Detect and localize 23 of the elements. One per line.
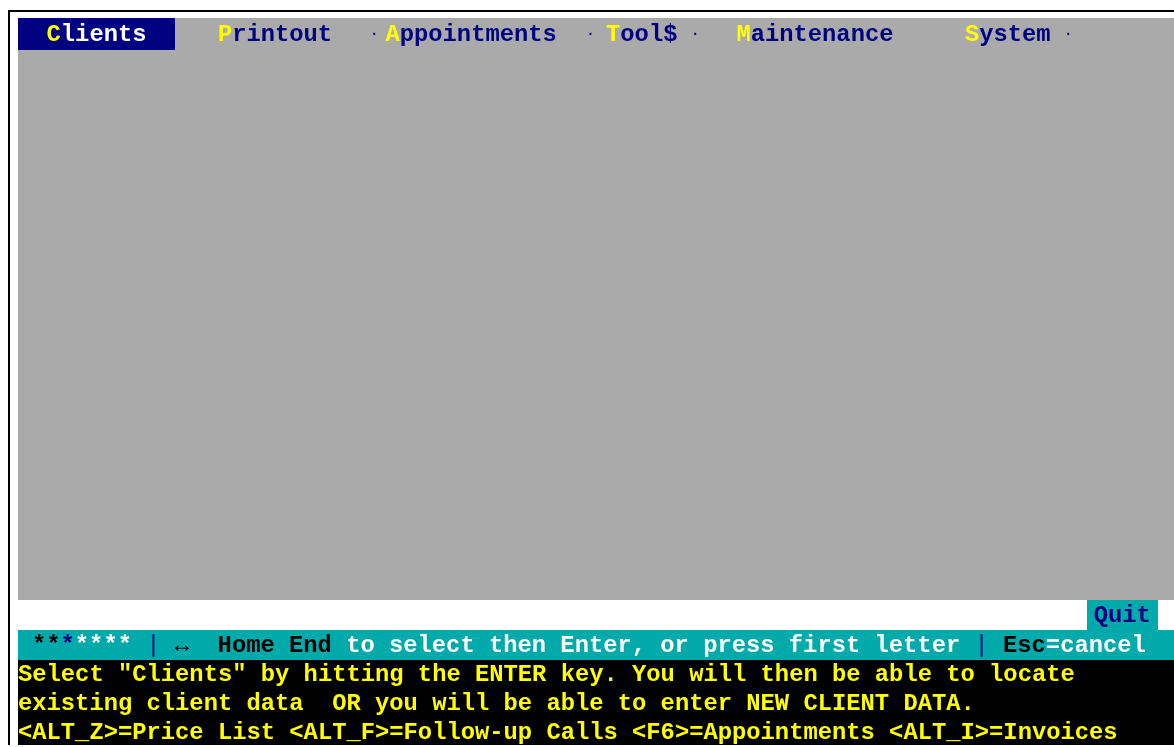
menu-separator: ·: [369, 26, 379, 42]
menu-separator: ·: [690, 26, 700, 42]
key-hint: Esc: [1003, 631, 1046, 659]
menu-item[interactable]: Appointments: [385, 18, 557, 50]
key-hint: **: [32, 631, 61, 659]
key-hint: ↔ Home End: [174, 631, 332, 659]
menu-separator: ·: [1064, 26, 1073, 42]
menu-item[interactable]: Tool$: [606, 18, 678, 50]
status-marker: *: [60, 631, 75, 659]
help-text: <ALT_Z>=Price List <ALT_F>=Follow-up Calls <F6>=Appointments <ALT_I>=Invoices: [18, 718, 1119, 745]
help-text: existing client data OR you will be able to enter NEW CLIENT DATA.: [18, 689, 976, 718]
quit-button[interactable]: Quit: [1086, 600, 1158, 630]
menu-item[interactable]: Maintenance: [736, 18, 894, 50]
menu-item[interactable]: Printout: [217, 18, 333, 50]
menu-item[interactable]: System: [964, 18, 1051, 50]
menu-separator: ·: [586, 26, 595, 42]
help-text: Select "Clients" by hitting the ENTER key. You will then be able to locate: [18, 660, 1076, 689]
status-text: ****: [74, 631, 132, 659]
status-text: =cancel: [1045, 631, 1146, 659]
menu-item[interactable]: Clients: [18, 18, 176, 50]
status-text: to select then Enter, or press first letter: [346, 631, 961, 659]
status-divider: |: [974, 631, 989, 659]
status-divider: |: [146, 631, 161, 659]
